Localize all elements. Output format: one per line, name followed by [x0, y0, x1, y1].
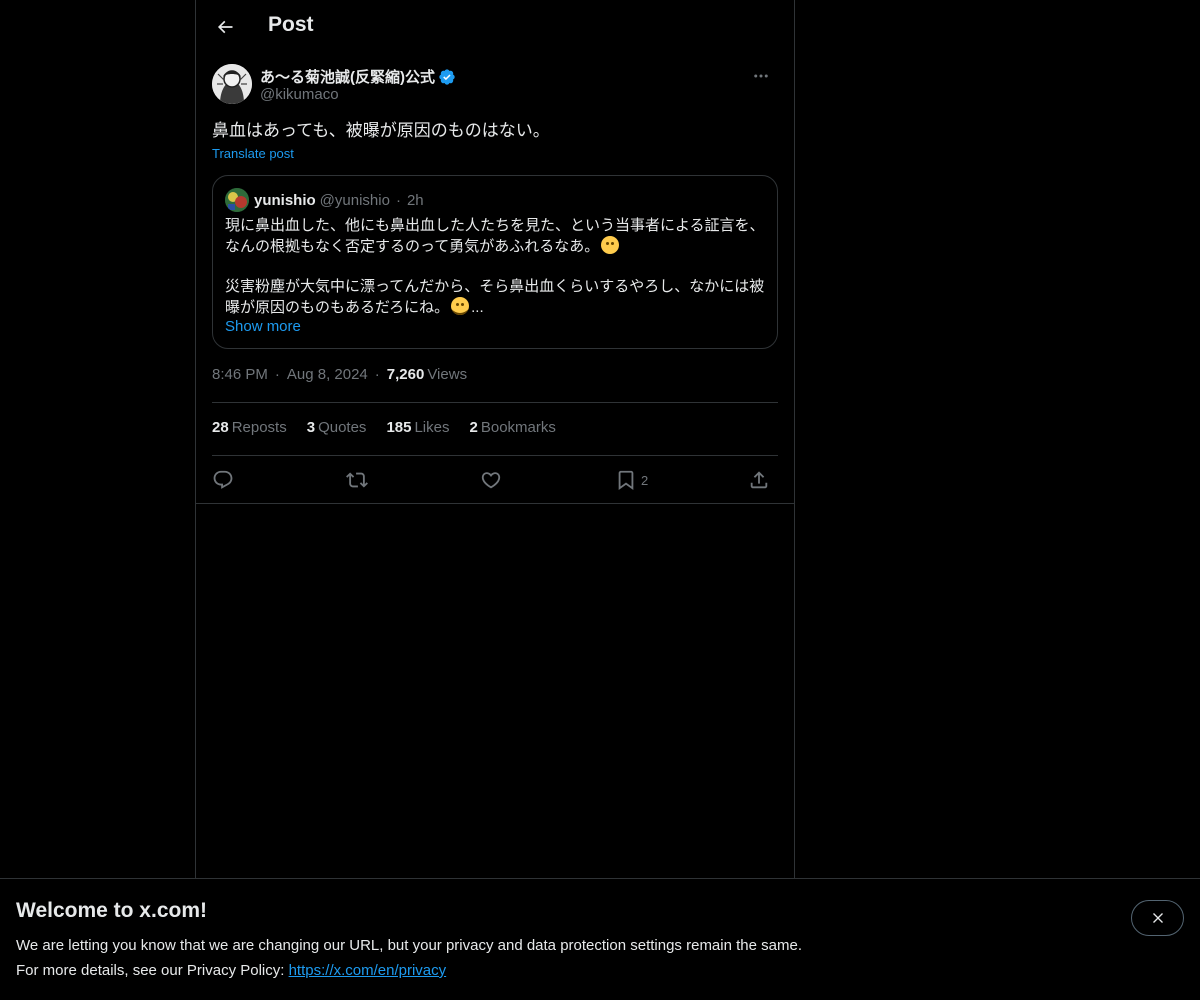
- post-meta: 8:46 PM · Aug 8, 2024 · 7,260 Views: [212, 366, 467, 383]
- reposts-count: 28: [212, 419, 229, 436]
- quote-author-handle: @yunishio: [319, 191, 390, 209]
- banner-title: Welcome to x.com!: [16, 899, 207, 922]
- translate-post-link[interactable]: Translate post: [212, 146, 294, 161]
- post-author: あ〜る菊池誠(反緊縮)公式 @kikumaco: [212, 64, 778, 108]
- quote-avatar: [225, 188, 249, 212]
- bookmark-count: 2: [641, 472, 649, 488]
- slightly-smiling-emoji-icon: [451, 297, 470, 315]
- bookmark-icon: [618, 470, 634, 491]
- more-horizontal-icon: [754, 74, 768, 78]
- separator-dot: ·: [274, 366, 280, 383]
- bookmark-button[interactable]: 2: [615, 464, 648, 496]
- reposts-stat[interactable]: 28 Reposts: [212, 419, 287, 436]
- quotes-count: 3: [306, 419, 316, 436]
- quoted-post-header: yunishio @yunishio · 2h: [225, 188, 424, 212]
- bookmarks-label: Bookmarks: [480, 419, 556, 436]
- primary-column: Post あ〜る菊池誠(反緊縮)公式 @kikumaco 鼻血はあっても、被曝が…: [195, 0, 795, 1000]
- author-handle[interactable]: @kikumaco: [260, 86, 339, 103]
- likes-count: 185: [386, 419, 412, 436]
- page-header: Post: [196, 0, 794, 54]
- quoted-post[interactable]: yunishio @yunishio · 2h 現に鼻出血した、他にも鼻出血した…: [212, 175, 778, 349]
- divider: [196, 503, 794, 504]
- quote-timestamp: 2h: [406, 191, 424, 209]
- divider: [212, 455, 778, 456]
- rolling-eyes-emoji-icon: [601, 236, 620, 254]
- reposts-label: Reposts: [231, 419, 287, 436]
- avatar[interactable]: [212, 64, 252, 104]
- views-label: Views: [427, 366, 468, 383]
- quote-author-name: yunishio: [254, 191, 316, 209]
- post-time[interactable]: 8:46 PM: [212, 366, 268, 383]
- heart-icon: [481, 472, 501, 489]
- quote-paragraph-1: 現に鼻出血した、他にも鼻出血した人たちを見た、という当事者による証言を、なんの根…: [225, 217, 765, 255]
- back-button[interactable]: [208, 10, 242, 44]
- close-icon: [1152, 913, 1163, 923]
- arrow-left-icon: [217, 20, 233, 34]
- engagement-stats: 28 Reposts 3 Quotes 185 Likes 2 Bookmarks: [212, 419, 576, 436]
- page-title: Post: [268, 13, 314, 36]
- share-button[interactable]: [748, 464, 770, 496]
- reply-icon: [213, 470, 233, 489]
- post-actions: 2: [212, 464, 778, 496]
- welcome-banner: Welcome to x.com! We are letting you kno…: [0, 878, 1200, 1000]
- more-button[interactable]: [744, 64, 778, 88]
- views-count: 7,260: [386, 366, 425, 383]
- author-name[interactable]: あ〜る菊池誠(反緊縮)公式: [260, 66, 456, 87]
- separator-dot: ·: [395, 191, 401, 209]
- quotes-stat[interactable]: 3 Quotes: [307, 419, 367, 436]
- banner-privacy-line: For more details, see our Privacy Policy…: [16, 962, 446, 979]
- close-banner-button[interactable]: [1131, 900, 1184, 936]
- post-date[interactable]: Aug 8, 2024: [287, 366, 368, 383]
- repost-button[interactable]: [346, 464, 368, 496]
- author-name-text: あ〜る菊池誠(反緊縮)公式: [260, 69, 435, 86]
- verified-badge-icon: [438, 68, 456, 86]
- quoted-post-text: 現に鼻出血した、他にも鼻出血した人たちを見た、という当事者による証言を、なんの根…: [225, 216, 767, 318]
- quotes-label: Quotes: [318, 419, 367, 436]
- banner-message: We are letting you know that we are chan…: [16, 937, 802, 954]
- reply-button[interactable]: [212, 464, 234, 496]
- show-more-link[interactable]: Show more: [225, 318, 301, 335]
- divider: [212, 402, 778, 403]
- quote-paragraph-2: 災害粉塵が大気中に漂ってんだから、そら鼻出血くらいするやろし、なかには被曝が原因…: [225, 278, 765, 316]
- privacy-policy-link[interactable]: https://x.com/en/privacy: [289, 962, 447, 979]
- separator-dot: ·: [374, 366, 380, 383]
- repost-icon: [346, 472, 368, 488]
- likes-label: Likes: [414, 419, 450, 436]
- banner-privacy-prefix: For more details, see our Privacy Policy…: [16, 962, 289, 979]
- post-text: 鼻血はあっても、被曝が原因のものはない。: [212, 121, 550, 140]
- quote-ellipsis: ...: [471, 299, 484, 316]
- like-button[interactable]: [480, 464, 502, 496]
- bookmarks-stat[interactable]: 2 Bookmarks: [470, 419, 556, 436]
- likes-stat[interactable]: 185 Likes: [386, 419, 449, 436]
- bookmarks-count: 2: [469, 419, 478, 436]
- share-icon: [750, 471, 768, 489]
